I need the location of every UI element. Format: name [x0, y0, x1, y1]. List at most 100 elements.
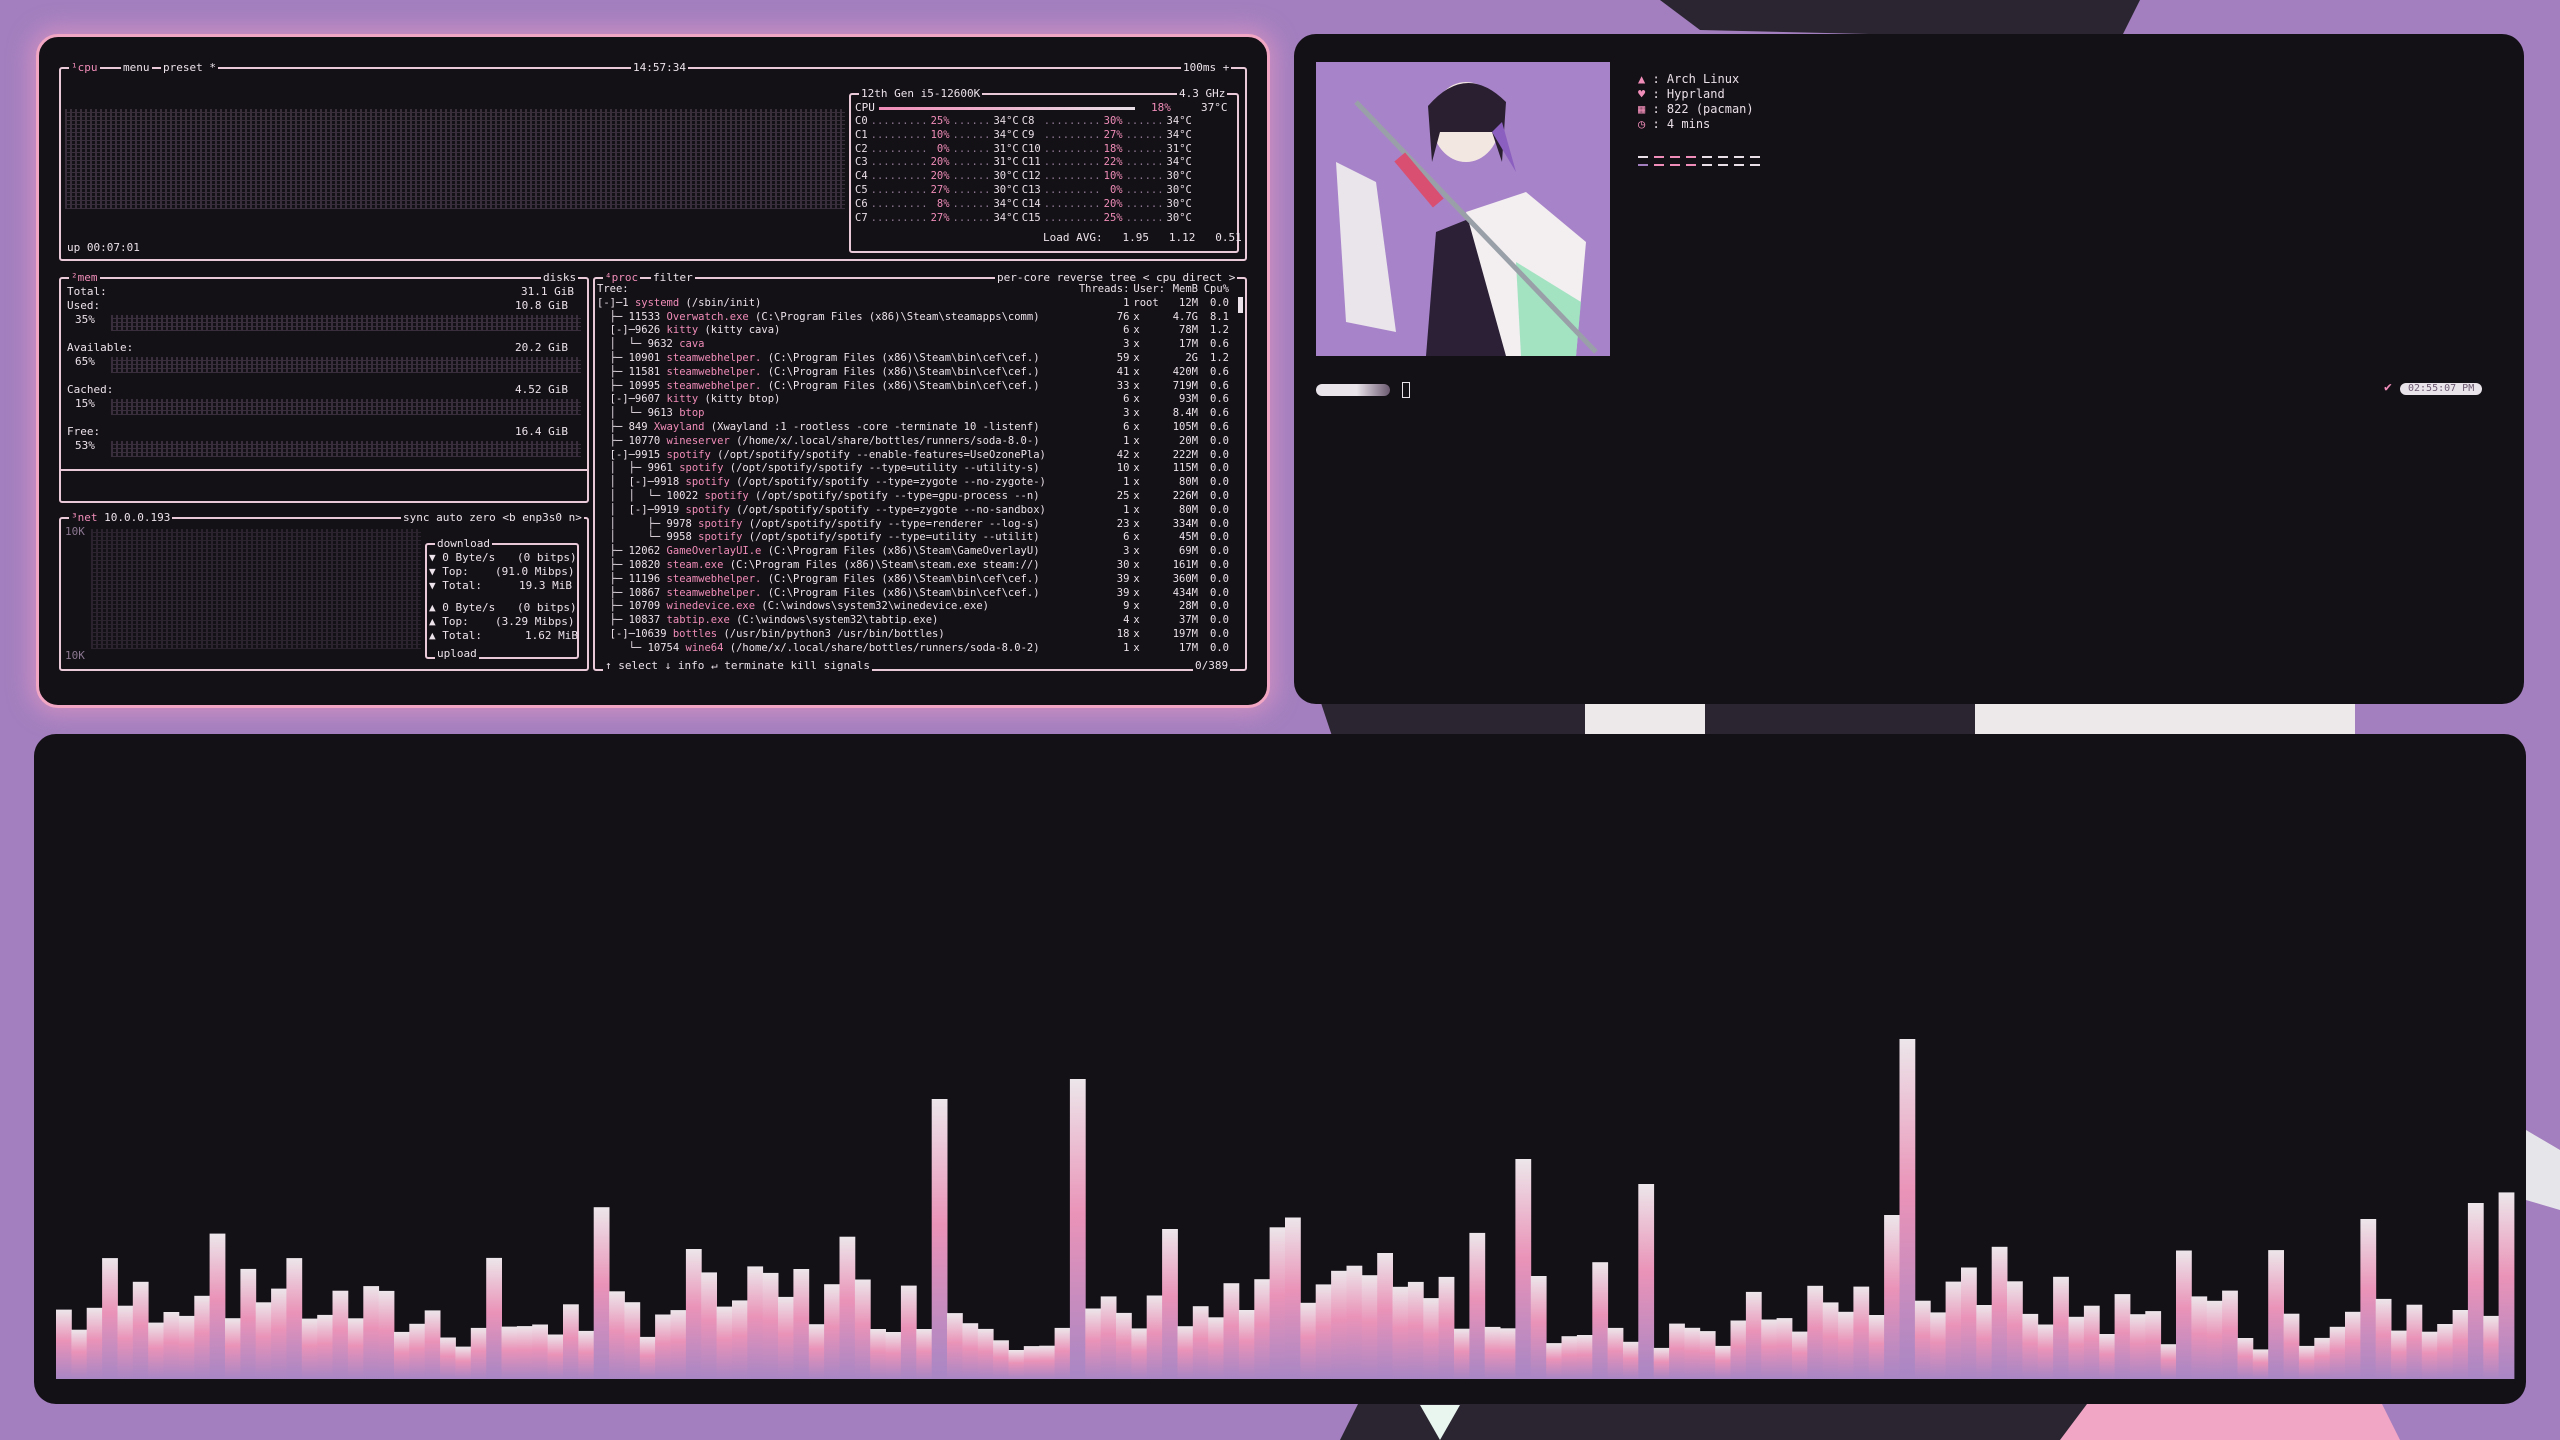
btop-window[interactable]: ¹cpu menu preset * 14:57:34 100ms + up 0… [36, 34, 1270, 708]
fetch-item: ▲ : Arch Linux [1638, 72, 1740, 86]
process-row[interactable]: ├─ 11581 steamwebhelper. (C:\Program Fil… [597, 366, 1233, 380]
process-row[interactable]: │ ├─ 9978 spotify (/opt/spotify/spotify … [597, 518, 1233, 532]
net-tab[interactable]: ³net 10.0.0.193 [69, 511, 173, 525]
fetch-window[interactable]: ▲ : Arch Linux ♥ : Hyprland ▦ : 822 (pacma… [1294, 34, 2524, 704]
core-pct: 27% [930, 183, 950, 196]
mem-used-pct: 35% [75, 313, 95, 326]
kill-key[interactable]: kill [790, 659, 817, 672]
process-cpu: 1.2 [1210, 324, 1229, 337]
net-stats-box: download ▼ 0 Byte/s (0 bitps) ▼ Top: (91… [425, 537, 579, 661]
process-threads: 1 [1123, 641, 1130, 654]
net-auto[interactable]: auto [436, 511, 463, 524]
update-interval[interactable]: 100ms + [1181, 61, 1232, 75]
ul-top: (3.29 Mibps) [495, 615, 575, 628]
process-mem: 45M [1179, 531, 1199, 544]
proc-scrollbar[interactable] [1238, 297, 1243, 313]
select-key[interactable]: ↑ select ↓ [605, 659, 671, 672]
net-iface[interactable]: <b enp3s0 n> [502, 511, 581, 524]
process-row[interactable]: │ └─ 9632 cava 3 x 17M 0.6 [597, 338, 1233, 352]
visualizer-bar [1884, 1215, 1900, 1379]
menu-tab[interactable]: menu [121, 61, 152, 75]
visualizer-bar [1838, 1311, 1854, 1379]
process-row[interactable]: │ └─ 9958 spotify (/opt/spotify/spotify … [597, 531, 1233, 545]
col-cpu[interactable]: Cpu% [1202, 283, 1233, 297]
preset-tab[interactable]: preset * [161, 61, 218, 75]
cava-window[interactable] [34, 734, 2526, 1404]
process-row[interactable]: ├─ 11196 steamwebhelper. (C:\Program Fil… [597, 573, 1233, 587]
core-name: C4 [855, 170, 868, 183]
terminate-key[interactable]: terminate [724, 659, 784, 672]
net-sync[interactable]: sync [403, 511, 430, 524]
visualizer-bar [1469, 1232, 1486, 1379]
process-row[interactable]: [-]─10639 bottles (/usr/bin/python3 /usr… [597, 628, 1233, 642]
process-row[interactable]: │ [-]─9918 spotify (/opt/spotify/spotify… [597, 476, 1233, 490]
process-row[interactable]: [-]─9607 kitty (kitty btop) 6 x 93M 0.6 [597, 393, 1233, 407]
fetch-item-text: 4 mins [1666, 117, 1711, 131]
tree-branch: [-]─9915 [597, 448, 667, 461]
visualizer-bar [1100, 1296, 1117, 1379]
info-key[interactable]: info ↵ [678, 659, 718, 672]
process-row[interactable]: ├─ 10901 steamwebhelper. (C:\Program Fil… [597, 352, 1233, 366]
process-row[interactable]: [-]─1 systemd (/sbin/init) 1 root 12M 0.0 [597, 297, 1233, 311]
process-args: (/opt/spotify/spotify --type=zygote --no… [729, 476, 1046, 489]
col-tree[interactable]: Tree: [597, 283, 1076, 297]
workspace-pill[interactable] [1316, 384, 1390, 396]
core-temp: 34°C [993, 197, 1019, 210]
process-args: (/opt/spotify/spotify --type=utility --u… [723, 462, 1040, 475]
visualizer-bar [1500, 1328, 1516, 1379]
color-palette [1638, 156, 1760, 166]
process-row[interactable]: ├─ 10770 wineserver (/home/x/.local/shar… [597, 435, 1233, 449]
process-row[interactable]: ├─ 12062 GameOverlayUI.e (C:\Program Fil… [597, 545, 1233, 559]
core-temp: 30°C [993, 170, 1019, 183]
mem-free: 16.4 GiB [515, 425, 568, 438]
col-user[interactable]: User: [1133, 283, 1171, 297]
process-row[interactable]: └─ 10754 wine64 (/home/x/.local/share/bo… [597, 642, 1233, 656]
process-user: x [1133, 641, 1140, 654]
process-threads: 4 [1123, 614, 1130, 627]
cpu-tab[interactable]: ¹cpu [69, 61, 100, 75]
heart-icon: ♥ [1638, 87, 1646, 101]
process-row[interactable]: │ ├─ 9961 spotify (/opt/spotify/spotify … [597, 462, 1233, 476]
process-row[interactable]: │ │ └─ 10022 spotify (/opt/spotify/spoti… [597, 490, 1233, 504]
process-threads: 23 [1116, 517, 1130, 530]
tree-branch: ├─ 10901 [597, 351, 667, 364]
visualizer-bar [1238, 1310, 1255, 1379]
net-zero[interactable]: zero [469, 511, 496, 524]
tree-branch: └─ 10754 [597, 641, 686, 654]
core-name: C5 [855, 183, 868, 196]
process-row[interactable]: ├─ 10867 steamwebhelper. (C:\Program Fil… [597, 587, 1233, 601]
signals-key[interactable]: signals [824, 659, 870, 672]
process-row[interactable]: │ └─ 9613 btop 3 x 8.4M 0.6 [597, 407, 1233, 421]
process-row[interactable]: ├─ 10709 winedevice.exe (C:\windows\syst… [597, 600, 1233, 614]
visualizer-bar [332, 1290, 349, 1379]
visualizer-bar [1607, 1327, 1624, 1379]
net-controls[interactable]: sync auto zero <b enp3s0 n> [401, 511, 584, 525]
process-row[interactable]: ├─ 10995 steamwebhelper. (C:\Program Fil… [597, 380, 1233, 394]
tree-branch: │ │ └─ 10022 [597, 489, 705, 502]
process-row[interactable]: ├─ 11533 Overwatch.exe (C:\Program Files… [597, 311, 1233, 325]
process-row[interactable]: ├─ 10837 tabtip.exe (C:\windows\system32… [597, 614, 1233, 628]
process-args: (/opt/spotify/spotify --type=gpu-process… [748, 489, 1040, 502]
tree-branch: [-]─1 [597, 296, 635, 309]
visualizer-bar [1023, 1346, 1040, 1379]
process-threads: 59 [1116, 351, 1130, 364]
process-cpu: 0.0 [1210, 627, 1229, 640]
tree-branch: │ ├─ 9961 [597, 462, 680, 475]
col-threads[interactable]: Threads: [1076, 283, 1134, 297]
process-row[interactable]: [-]─9626 kitty (kitty cava) 6 x 78M 1.2 [597, 324, 1233, 338]
visualizer-bar [1653, 1347, 1670, 1379]
col-mem[interactable]: MemB [1171, 283, 1202, 297]
tree-branch: │ [-]─9919 [597, 503, 686, 516]
process-row[interactable]: [-]─9915 spotify (/opt/spotify/spotify -… [597, 449, 1233, 463]
process-name: wineserver [666, 434, 730, 447]
disks-tab[interactable]: disks [541, 271, 579, 285]
process-row[interactable]: ├─ 10820 steam.exe (C:\Program Files (x8… [597, 559, 1233, 573]
visualizer-bar [563, 1304, 579, 1379]
mem-avail-pct: 65% [75, 355, 95, 368]
mem-tab[interactable]: ²mem [69, 271, 100, 285]
process-name: wine64 [685, 641, 724, 654]
clock-icon: ◷ [1638, 117, 1646, 131]
process-row[interactable]: ├─ 849 Xwayland (Xwayland :1 -rootless -… [597, 421, 1233, 435]
process-row[interactable]: │ [-]─9919 spotify (/opt/spotify/spotify… [597, 504, 1233, 518]
visualizer-bar [209, 1233, 226, 1379]
